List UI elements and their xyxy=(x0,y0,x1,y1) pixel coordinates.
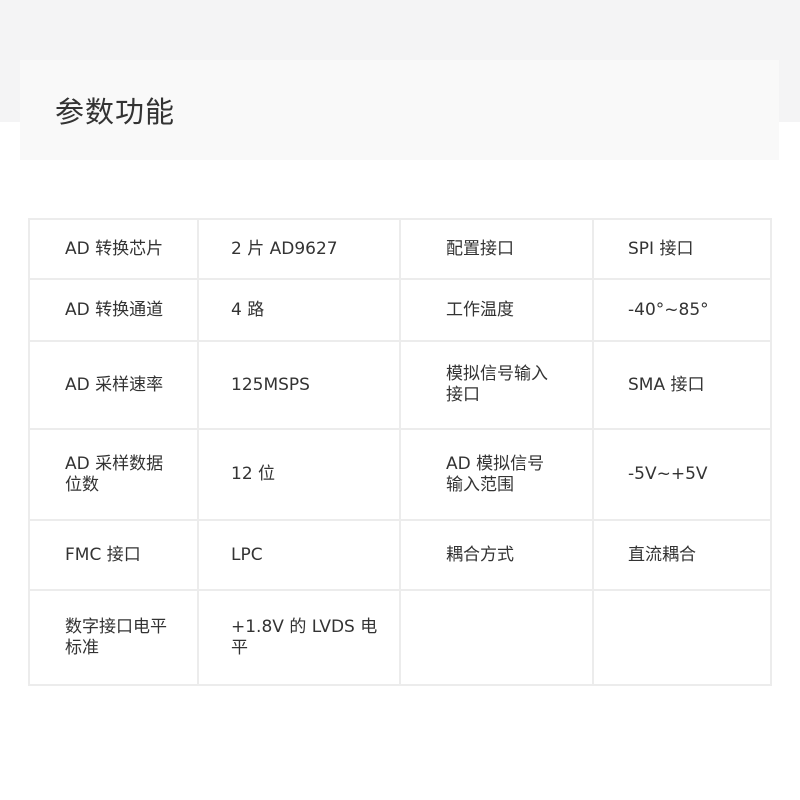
spec-table: AD 转换芯片 2 片 AD9627 配置接口 SPI 接口 AD 转换通道 4… xyxy=(28,218,772,686)
spec-label: AD 转换芯片 xyxy=(65,238,164,259)
spec-label-cell: 工作温度 xyxy=(399,278,594,342)
spec-value-cell: -40°~85° xyxy=(592,278,772,342)
spec-label-cell: AD 采样数据 位数 xyxy=(28,428,199,521)
empty-cell xyxy=(592,589,772,686)
spec-label: 配置接口 xyxy=(446,238,514,259)
spec-label-cell: AD 模拟信号 输入范围 xyxy=(399,428,594,521)
section-title: 参数功能 xyxy=(55,95,176,129)
spec-label-cell: AD 转换通道 xyxy=(28,278,199,342)
spec-label-cell: 模拟信号输入 接口 xyxy=(399,340,594,430)
table-row: 数字接口电平 标准 +1.8V 的 LVDS 电平 xyxy=(28,589,772,686)
spec-label-cell: AD 采样速率 xyxy=(28,340,199,430)
spec-label: AD 模拟信号 输入范围 xyxy=(446,453,545,495)
spec-value: -5V~+5V xyxy=(628,464,708,484)
spec-label-cell: 配置接口 xyxy=(399,218,594,280)
spec-label: AD 转换通道 xyxy=(65,299,164,320)
spec-value-cell: 2 片 AD9627 xyxy=(197,218,401,280)
table-row: AD 采样数据 位数 12 位 AD 模拟信号 输入范围 -5V~+5V xyxy=(28,428,772,521)
spec-value: LPC xyxy=(231,544,263,565)
spec-value: 4 路 xyxy=(231,299,265,320)
spec-value: SMA 接口 xyxy=(628,374,705,395)
spec-value: SPI 接口 xyxy=(628,238,694,259)
spec-value: -40°~85° xyxy=(628,299,709,320)
spec-label-cell: FMC 接口 xyxy=(28,519,199,591)
spec-value-cell: -5V~+5V xyxy=(592,428,772,521)
spec-label-cell: 耦合方式 xyxy=(399,519,594,591)
spec-value: 12 位 xyxy=(231,464,276,484)
spec-value-cell: SMA 接口 xyxy=(592,340,772,430)
table-row: AD 转换通道 4 路 工作温度 -40°~85° xyxy=(28,278,772,342)
spec-label: AD 采样数据 位数 xyxy=(65,453,164,495)
spec-value: 直流耦合 xyxy=(628,544,696,565)
spec-value-cell: 4 路 xyxy=(197,278,401,342)
spec-label: 数字接口电平 标准 xyxy=(65,616,167,658)
spec-label-cell: 数字接口电平 标准 xyxy=(28,589,199,686)
empty-cell xyxy=(399,589,594,686)
spec-value-cell: 12 位 xyxy=(197,428,401,521)
spec-value-cell: +1.8V 的 LVDS 电平 xyxy=(197,589,401,686)
spec-label: 耦合方式 xyxy=(446,544,514,565)
spec-value-cell: 125MSPS xyxy=(197,340,401,430)
spec-label: FMC 接口 xyxy=(65,544,141,565)
table-row: AD 采样速率 125MSPS 模拟信号输入 接口 SMA 接口 xyxy=(28,340,772,430)
spec-value-cell: 直流耦合 xyxy=(592,519,772,591)
spec-value: +1.8V 的 LVDS 电平 xyxy=(231,616,378,658)
spec-label: AD 采样速率 xyxy=(65,374,164,395)
spec-value-cell: SPI 接口 xyxy=(592,218,772,280)
section-header: 参数功能 xyxy=(20,60,779,160)
table-row: AD 转换芯片 2 片 AD9627 配置接口 SPI 接口 xyxy=(28,218,772,280)
spec-label: 模拟信号输入 接口 xyxy=(446,364,548,405)
spec-value: 125MSPS xyxy=(231,374,310,395)
table-row: FMC 接口 LPC 耦合方式 直流耦合 xyxy=(28,519,772,591)
spec-label-cell: AD 转换芯片 xyxy=(28,218,199,280)
spec-value-cell: LPC xyxy=(197,519,401,591)
spec-value: 2 片 AD9627 xyxy=(231,238,338,259)
spec-label: 工作温度 xyxy=(446,299,514,320)
